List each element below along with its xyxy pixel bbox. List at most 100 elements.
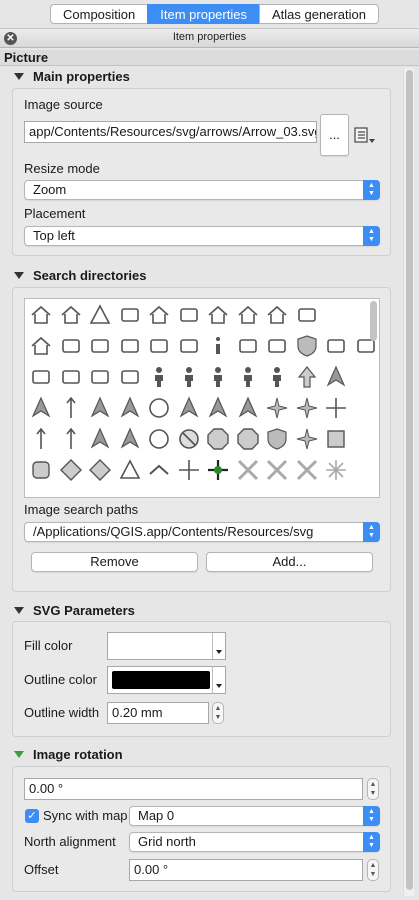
arrow-up-icon[interactable] xyxy=(293,363,321,391)
fire-icon[interactable] xyxy=(86,332,114,360)
outline-width-input[interactable]: 0.20 mm xyxy=(107,702,209,724)
x-marks-alt-icon[interactable] xyxy=(263,456,291,484)
octagon-icon[interactable] xyxy=(204,425,232,453)
tab-composition[interactable]: Composition xyxy=(50,4,148,24)
rounded-square-icon[interactable] xyxy=(27,456,55,484)
compass-rose-icon[interactable] xyxy=(263,394,291,422)
wc-men-icon[interactable] xyxy=(204,363,232,391)
shelter-icon[interactable] xyxy=(27,301,55,329)
search-directories-header[interactable]: Search directories xyxy=(14,268,146,284)
offset-input[interactable]: 0.00 ° xyxy=(129,859,363,881)
add-path-button[interactable]: Add... xyxy=(206,552,373,572)
spinbox-arrows-icon[interactable]: ▲ ▼ xyxy=(212,702,224,724)
north-arrow-n3-icon[interactable] xyxy=(234,394,262,422)
cross-target-icon[interactable] xyxy=(175,456,203,484)
tent-icon[interactable] xyxy=(86,301,114,329)
svg-icon-grid[interactable] xyxy=(24,298,380,498)
fountain-icon[interactable] xyxy=(175,332,203,360)
map-select[interactable]: Map 0 ▲ ▼ xyxy=(129,806,380,826)
resize-mode-select[interactable]: Zoom ▲ ▼ xyxy=(24,180,380,200)
information-icon[interactable] xyxy=(204,332,232,360)
courthouse-icon[interactable] xyxy=(27,332,55,360)
hostel-icon[interactable] xyxy=(145,301,173,329)
outline-color-button[interactable] xyxy=(107,666,226,694)
fill-color-button[interactable] xyxy=(107,632,226,660)
main-properties-header[interactable]: Main properties xyxy=(14,69,130,85)
dropdown-arrow-icon[interactable] xyxy=(212,633,225,659)
compass-dial-icon[interactable] xyxy=(145,394,173,422)
arrow-gray-icon[interactable] xyxy=(116,425,144,453)
handcuffs-icon[interactable] xyxy=(263,332,291,360)
icon-grid-scrollbar-thumb[interactable] xyxy=(370,301,377,341)
wheelchair-icon[interactable] xyxy=(175,363,203,391)
panel-scrollbar-thumb[interactable] xyxy=(406,70,413,890)
remove-path-button[interactable]: Remove xyxy=(31,552,198,572)
arrow-diagonal-2-icon[interactable] xyxy=(57,425,85,453)
tab-atlas-generation[interactable]: Atlas generation xyxy=(258,4,379,24)
hut-icon[interactable] xyxy=(57,301,85,329)
asterisk-icon[interactable] xyxy=(322,456,350,484)
north-arrow-1-icon[interactable] xyxy=(27,394,55,422)
diamond-icon[interactable] xyxy=(57,456,85,484)
shelter-rain-icon[interactable] xyxy=(234,301,262,329)
arrow-narrow-icon[interactable] xyxy=(116,394,144,422)
bed-icon[interactable] xyxy=(175,301,203,329)
svg-parameters-header[interactable]: SVG Parameters xyxy=(14,603,135,619)
dropdown-arrow-icon[interactable] xyxy=(212,667,225,693)
compass-star-icon[interactable] xyxy=(293,394,321,422)
shield-icon[interactable] xyxy=(263,425,291,453)
bookstore-icon[interactable] xyxy=(234,332,262,360)
x-marks-icon[interactable] xyxy=(234,456,262,484)
arrow-wide-icon[interactable] xyxy=(86,394,114,422)
north-arrow-n-icon[interactable] xyxy=(175,394,203,422)
house-icon[interactable] xyxy=(204,301,232,329)
wc-women-icon[interactable] xyxy=(234,363,262,391)
tab-bar: Composition Item properties Atlas genera… xyxy=(50,4,379,24)
image-rotation-header[interactable]: Image rotation xyxy=(14,747,123,763)
survey-point-icon[interactable] xyxy=(86,363,114,391)
police-badge-icon[interactable] xyxy=(293,332,321,360)
forest-hut-icon[interactable] xyxy=(263,301,291,329)
toilets-icon[interactable] xyxy=(145,363,173,391)
diamond-alt-icon[interactable] xyxy=(86,456,114,484)
x-marks-light-icon[interactable] xyxy=(293,456,321,484)
circle-icon[interactable] xyxy=(145,425,173,453)
image-source-input[interactable]: app/Contents/Resources/svg/arrows/Arrow_… xyxy=(24,121,317,143)
spinbox-arrows-icon[interactable]: ▲ ▼ xyxy=(367,859,379,881)
triangle-icon[interactable] xyxy=(116,456,144,484)
telephone-box-icon[interactable] xyxy=(27,363,55,391)
police-icon[interactable] xyxy=(145,332,173,360)
tab-item-properties[interactable]: Item properties xyxy=(147,4,259,24)
recycling-icon[interactable] xyxy=(57,363,85,391)
phone-icon[interactable] xyxy=(116,363,144,391)
square-icon[interactable] xyxy=(322,425,350,453)
post-icon[interactable] xyxy=(322,332,350,360)
cross-green-icon[interactable] xyxy=(204,456,232,484)
no-entry-icon[interactable] xyxy=(175,425,203,453)
sync-with-map-label[interactable]: Sync with map xyxy=(43,808,128,823)
chevron-icon[interactable] xyxy=(145,456,173,484)
data-defined-override-icon[interactable] xyxy=(354,127,378,145)
browse-button[interactable]: ... xyxy=(320,114,349,156)
arrow-diagonal-icon[interactable] xyxy=(27,425,55,453)
scales-icon[interactable] xyxy=(57,332,85,360)
rotation-input[interactable]: 0.00 ° xyxy=(24,778,363,800)
sync-with-map-checkbox[interactable]: ✓ xyxy=(25,809,39,823)
star-burst-icon[interactable] xyxy=(293,425,321,453)
outline-color-swatch xyxy=(112,671,210,689)
hexagon-icon[interactable] xyxy=(234,425,262,453)
placement-select[interactable]: Top left ▲ ▼ xyxy=(24,226,380,246)
north-alignment-select[interactable]: Grid north ▲ ▼ xyxy=(129,832,380,852)
picnic-icon[interactable] xyxy=(293,301,321,329)
north-arrow-circle-icon[interactable] xyxy=(86,425,114,453)
toilets-wc-icon[interactable] xyxy=(263,363,291,391)
spinbox-arrows-icon[interactable]: ▲ ▼ xyxy=(367,778,379,800)
caravan-icon[interactable] xyxy=(116,301,144,329)
panel-scrollbar[interactable] xyxy=(403,68,414,896)
search-path-select[interactable]: /Applications/QGIS.app/Contents/Resource… xyxy=(24,522,380,542)
arrow-thin-icon[interactable] xyxy=(57,394,85,422)
compass-cross-icon[interactable] xyxy=(322,394,350,422)
navigation-arrow-icon[interactable] xyxy=(322,363,350,391)
north-arrow-n2-icon[interactable] xyxy=(204,394,232,422)
firestation-icon[interactable] xyxy=(116,332,144,360)
